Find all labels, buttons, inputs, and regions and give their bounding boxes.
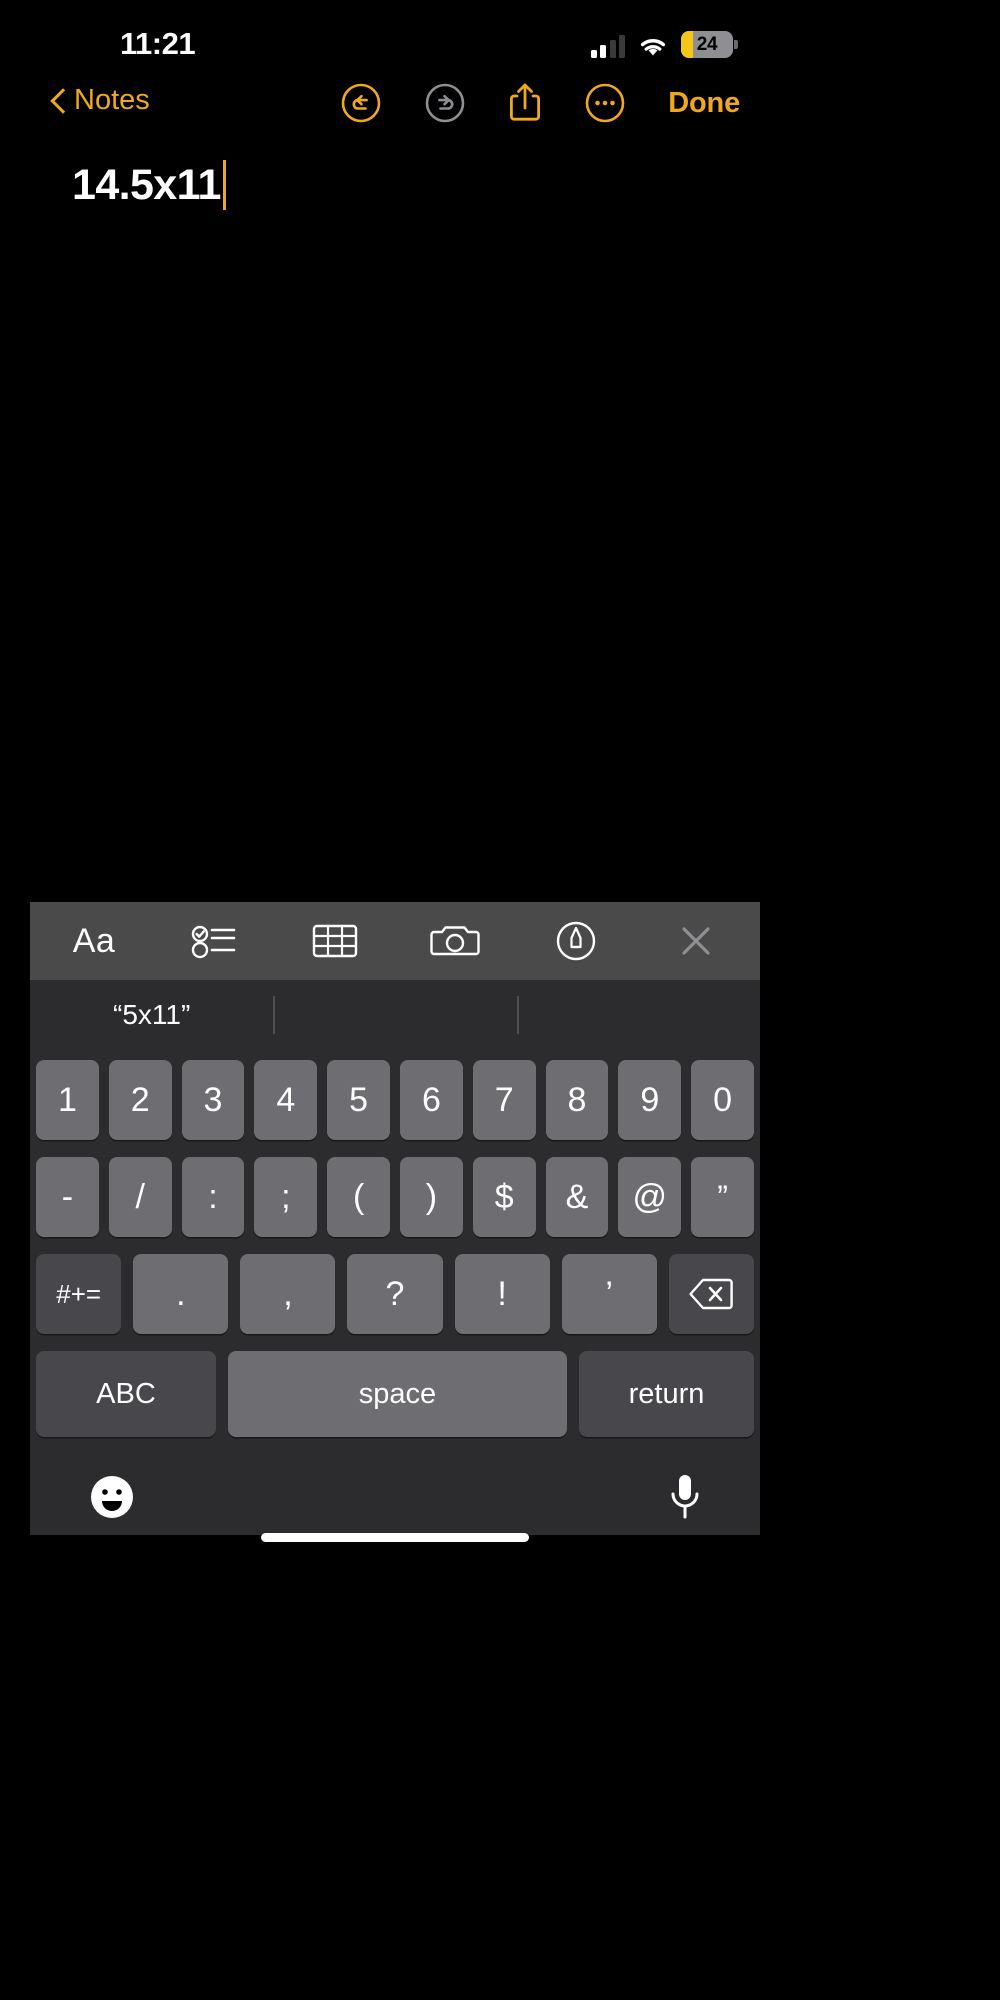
back-to-notes-button[interactable]: Notes — [52, 84, 150, 117]
phone-screen: 11:21 24 Notes Done 14.5x11 Aa “5x11” 1 … — [30, 0, 760, 1560]
key-9[interactable]: 9 — [618, 1060, 682, 1140]
key-1[interactable]: 1 — [36, 1060, 99, 1140]
key-colon[interactable]: : — [181, 1157, 245, 1237]
key-exclamation[interactable]: ! — [454, 1254, 550, 1334]
battery-percent: 24 — [696, 33, 718, 55]
back-button-label: Notes — [74, 84, 150, 116]
note-title-line: 14.5x11 — [72, 160, 720, 210]
numeric-keyboard: 1 2 3 4 5 6 7 8 9 0 - / : ; ( ) $ & @ ” … — [30, 1050, 760, 1535]
key-slash[interactable]: / — [108, 1157, 172, 1237]
checklist-button[interactable] — [186, 918, 242, 964]
key-abc[interactable]: ABC — [36, 1351, 216, 1437]
nav-actions: Done — [340, 81, 740, 125]
predictive-text-bar: “5x11” — [30, 980, 760, 1050]
suggestion-1[interactable] — [273, 980, 516, 1050]
home-indicator — [261, 1533, 529, 1542]
key-period[interactable]: . — [133, 1254, 229, 1334]
camera-button[interactable] — [427, 918, 483, 964]
table-button[interactable] — [307, 918, 363, 964]
status-bar: 11:21 24 — [30, 0, 760, 78]
close-keyboard-button[interactable] — [668, 918, 724, 964]
markup-button[interactable] — [548, 918, 604, 964]
redo-button[interactable] — [424, 82, 466, 124]
backspace-icon — [689, 1278, 734, 1310]
emoji-icon — [91, 1476, 133, 1518]
more-options-button[interactable] — [584, 82, 626, 124]
key-5[interactable]: 5 — [327, 1060, 390, 1140]
key-0[interactable]: 0 — [691, 1060, 754, 1140]
wifi-icon — [638, 35, 668, 58]
key-at[interactable]: @ — [618, 1157, 682, 1237]
keyboard-row-numbers: 1 2 3 4 5 6 7 8 9 0 — [36, 1060, 754, 1140]
text-format-button[interactable]: Aa — [66, 918, 122, 964]
keyboard-utility-row — [36, 1449, 754, 1535]
battery-icon: 24 — [681, 31, 738, 58]
key-apostrophe[interactable]: ’ — [561, 1254, 657, 1334]
key-double-quote[interactable]: ” — [691, 1157, 754, 1237]
dictation-button[interactable] — [668, 1472, 702, 1522]
checklist-icon — [192, 925, 236, 959]
markup-pen-icon — [556, 921, 595, 961]
text-format-icon: Aa — [72, 921, 116, 960]
keyboard-row-bottom: ABC space return — [36, 1351, 754, 1437]
key-ampersand[interactable]: & — [545, 1157, 609, 1237]
key-comma[interactable]: , — [240, 1254, 336, 1334]
keyboard-row-symbols: - / : ; ( ) $ & @ ” — [36, 1157, 754, 1237]
key-3[interactable]: 3 — [181, 1060, 245, 1140]
share-button[interactable] — [508, 81, 542, 125]
suggestion-0[interactable]: “5x11” — [30, 980, 273, 1050]
emoji-button[interactable] — [88, 1473, 136, 1521]
keyboard-row-punctuation: #+= . , ? ! ’ — [35, 1254, 755, 1334]
key-7[interactable]: 7 — [472, 1060, 536, 1140]
key-paren-open[interactable]: ( — [327, 1157, 390, 1237]
camera-icon — [430, 926, 480, 956]
key-space[interactable]: space — [228, 1351, 567, 1437]
key-4[interactable]: 4 — [254, 1060, 318, 1140]
nav-bar: Notes Done — [30, 78, 760, 138]
microphone-icon — [671, 1475, 699, 1519]
key-8[interactable]: 8 — [545, 1060, 609, 1140]
key-2[interactable]: 2 — [108, 1060, 172, 1140]
key-more-symbols[interactable]: #+= — [35, 1254, 122, 1334]
done-button[interactable]: Done — [668, 87, 740, 120]
key-paren-close[interactable]: ) — [400, 1157, 463, 1237]
text-caret — [222, 160, 227, 210]
undo-button[interactable] — [340, 82, 382, 124]
status-time: 11:21 — [120, 26, 196, 61]
key-semicolon[interactable]: ; — [254, 1157, 318, 1237]
key-return[interactable]: return — [579, 1351, 754, 1437]
suggestion-2[interactable] — [516, 980, 760, 1050]
cellular-signal-icon — [590, 35, 625, 58]
chevron-left-icon — [52, 89, 66, 113]
notes-format-toolbar: Aa — [30, 902, 760, 980]
key-6[interactable]: 6 — [400, 1060, 463, 1140]
status-indicators: 24 — [590, 28, 738, 58]
key-backspace[interactable] — [668, 1254, 755, 1334]
key-dollar[interactable]: $ — [472, 1157, 536, 1237]
note-editor[interactable]: 14.5x11 — [30, 138, 760, 902]
note-title-text: 14.5x11 — [72, 160, 221, 209]
table-icon — [312, 924, 357, 958]
close-icon — [682, 927, 710, 955]
key-hyphen[interactable]: - — [36, 1157, 99, 1237]
key-question[interactable]: ? — [347, 1254, 443, 1334]
